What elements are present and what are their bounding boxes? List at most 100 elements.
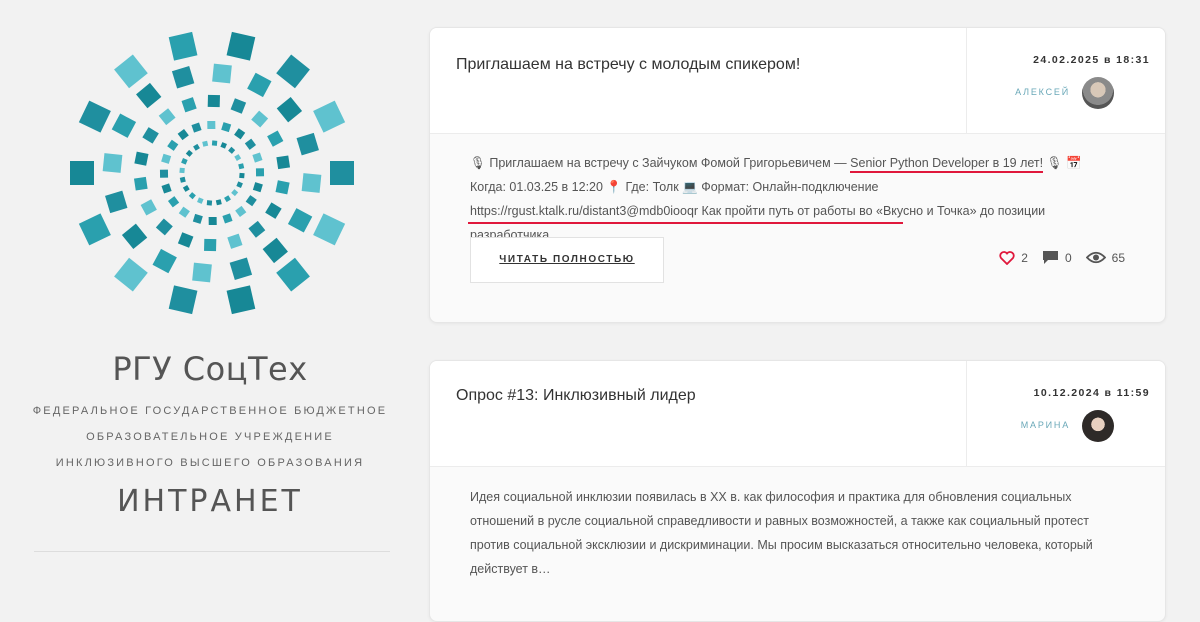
excerpt-highlight: Senior Python Developer в 19 лет! xyxy=(850,156,1044,173)
post-stats: 2 0 65 xyxy=(999,250,1125,265)
post-meta: 24.02.2025 в 18:31 Алексей xyxy=(966,28,1165,133)
likes-count: 2 xyxy=(1021,250,1028,265)
logo-square xyxy=(142,127,159,144)
logo-square xyxy=(159,169,169,178)
heart-icon[interactable] xyxy=(999,250,1015,265)
divider xyxy=(34,551,390,552)
comments[interactable]: 0 xyxy=(1042,250,1072,265)
logo-square xyxy=(70,161,94,185)
logo-square xyxy=(222,213,233,224)
logo-square xyxy=(226,285,256,315)
logo-square xyxy=(114,54,148,89)
logo-square xyxy=(221,122,232,133)
logo-square xyxy=(267,130,284,147)
logo-square xyxy=(168,285,198,315)
subtitle-line-2: образовательное учреждение xyxy=(86,431,334,443)
logo-square xyxy=(236,181,243,188)
logo-square xyxy=(179,167,185,174)
logo-square xyxy=(235,205,247,218)
post-date: 24.02.2025 в 18:31 xyxy=(1033,54,1150,66)
logo-square xyxy=(296,132,319,156)
read-more-button[interactable]: Читать полностью xyxy=(470,237,664,283)
logo-square xyxy=(168,31,198,61)
logo-square xyxy=(161,183,172,194)
logo-square xyxy=(158,108,176,126)
subtitle-line-3: инклюзивного высшего образования xyxy=(55,457,365,469)
logo-square xyxy=(301,173,322,193)
logo-square xyxy=(265,202,282,219)
logo-square xyxy=(215,199,222,206)
post-author[interactable]: Марина xyxy=(1021,420,1070,430)
post-card: Приглашаем на встречу с молодым спикером… xyxy=(429,27,1166,323)
logo-square xyxy=(155,218,173,236)
logo-square xyxy=(191,122,202,133)
logo-square xyxy=(111,113,137,138)
logo-square xyxy=(188,192,196,200)
logo-square xyxy=(287,208,313,233)
post-meta: 10.12.2024 в 11:59 Марина xyxy=(966,361,1165,466)
logo-square xyxy=(234,154,242,161)
logo-square xyxy=(192,213,203,224)
logo-square xyxy=(177,232,194,248)
logo-square xyxy=(276,155,291,170)
logo-square xyxy=(206,200,213,206)
logo-square xyxy=(313,213,346,246)
logo-square xyxy=(251,110,269,128)
logo-square xyxy=(102,153,123,173)
logo-square xyxy=(234,128,246,140)
logo-square xyxy=(208,216,217,226)
logo-square xyxy=(78,100,111,133)
logo-square xyxy=(224,195,231,203)
logo-square xyxy=(226,31,256,61)
post-title[interactable]: Опрос #13: Инклюзивный лидер xyxy=(456,387,696,405)
logo-square xyxy=(247,72,272,98)
logo-square xyxy=(212,63,232,84)
logo-square xyxy=(105,190,128,214)
logo-square xyxy=(252,182,263,193)
logo-square xyxy=(252,152,263,163)
logo-square xyxy=(276,257,310,292)
post-title[interactable]: Приглашаем на встречу с молодым спикером… xyxy=(456,56,800,74)
eye-icon xyxy=(1085,251,1106,264)
logo-square xyxy=(276,54,310,89)
logo-square xyxy=(121,223,148,249)
excerpt-text: 🎙 Приглашаем на встречу с Зайчуком Фомой… xyxy=(470,156,851,170)
logo-square xyxy=(179,176,186,183)
logo-square xyxy=(114,257,148,292)
avatar[interactable] xyxy=(1082,410,1114,442)
logo-square xyxy=(229,257,253,280)
logo-square xyxy=(193,143,200,151)
likes[interactable]: 2 xyxy=(999,251,1028,265)
logo-square xyxy=(207,120,216,130)
logo-square xyxy=(181,97,197,113)
post-header: Приглашаем на встречу с молодым спикером… xyxy=(430,28,1165,134)
avatar[interactable] xyxy=(1082,77,1114,109)
site-title[interactable]: РГУ СоцТех xyxy=(0,350,420,388)
sidebar: РГУ СоцТех Федеральное государственное б… xyxy=(0,0,420,581)
logo-square xyxy=(262,237,288,264)
logo-square xyxy=(207,94,220,108)
logo-square xyxy=(152,248,177,274)
logo-square xyxy=(220,142,227,149)
logo-square xyxy=(276,97,303,123)
logo-square xyxy=(177,128,189,141)
logo-square xyxy=(204,238,217,252)
logo-square xyxy=(231,189,239,197)
logo-square xyxy=(245,195,257,207)
post-date: 10.12.2024 в 11:59 xyxy=(1033,387,1150,399)
logo-square xyxy=(255,168,265,177)
logo-square xyxy=(202,140,209,147)
logo-square xyxy=(178,206,190,218)
logo-square xyxy=(181,158,188,165)
logo-square xyxy=(228,146,236,154)
section-title: ИНТРАНЕТ xyxy=(117,484,303,519)
post-author[interactable]: Алексей xyxy=(1015,87,1070,97)
logo-square xyxy=(133,176,148,191)
post-card: Опрос #13: Инклюзивный лидер 10.12.2024 … xyxy=(429,360,1166,622)
logo-square xyxy=(275,180,290,195)
views: 65 xyxy=(1085,251,1125,265)
logo-square xyxy=(167,139,179,151)
logo[interactable] xyxy=(62,18,362,328)
logo-square xyxy=(167,196,180,208)
logo-square xyxy=(227,233,243,249)
